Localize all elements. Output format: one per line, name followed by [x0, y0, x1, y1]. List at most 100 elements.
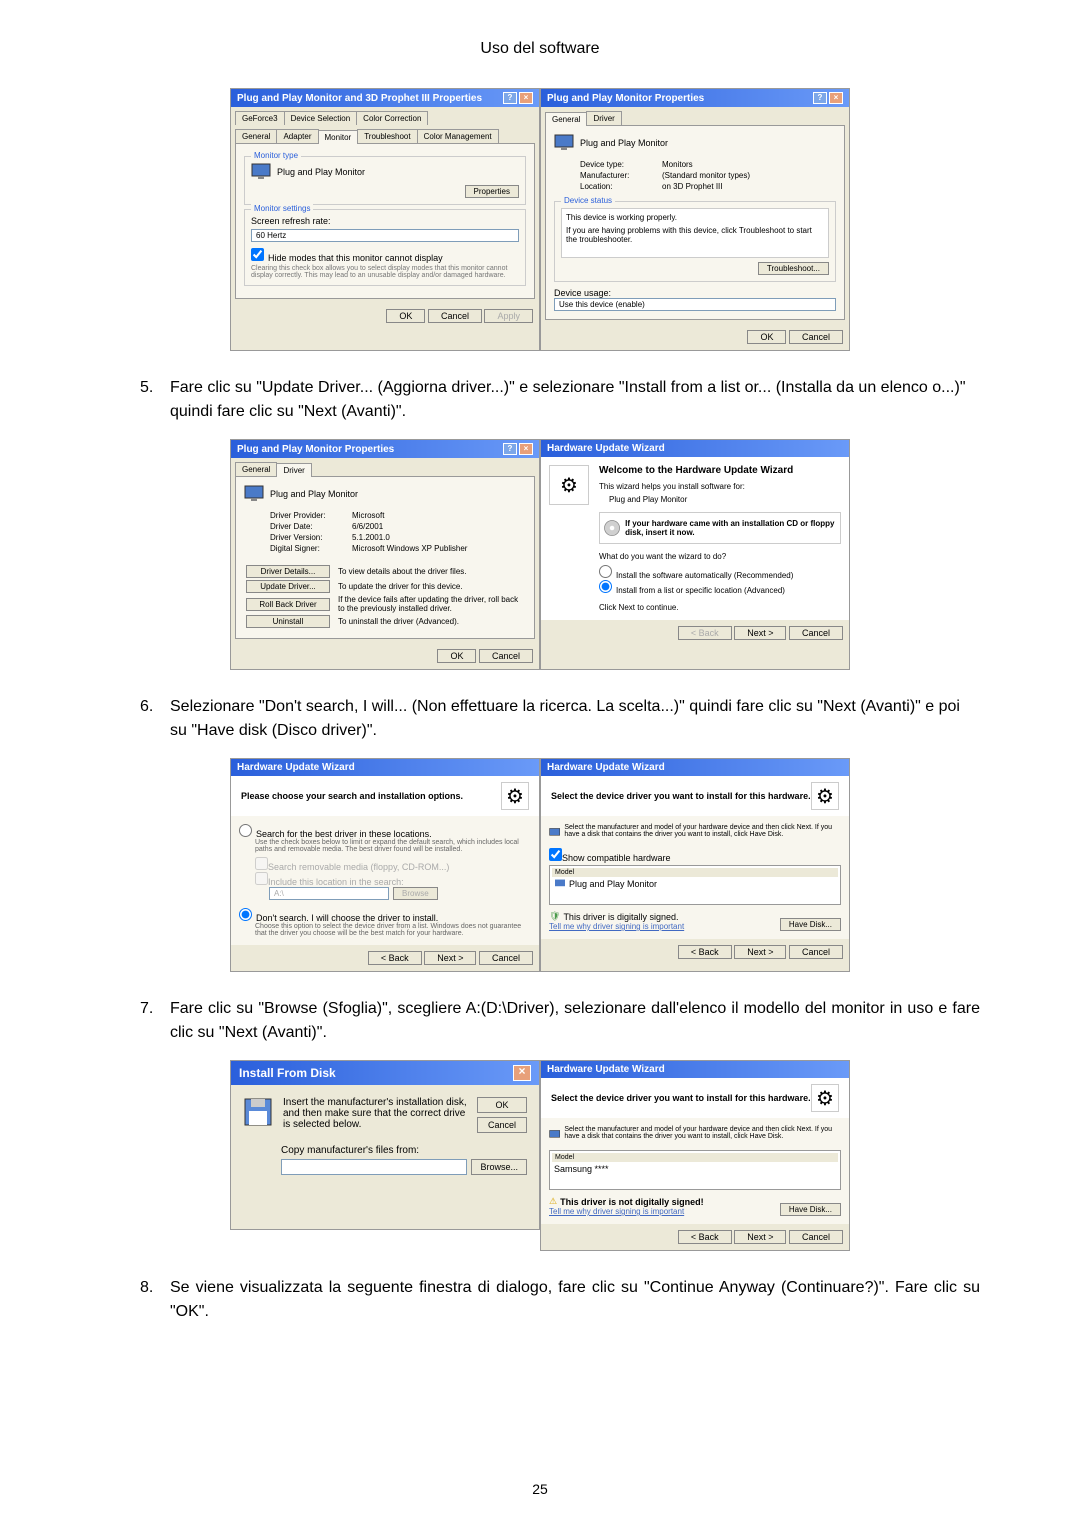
driver-details-button[interactable]: Driver Details...: [246, 565, 330, 578]
tell-why-link[interactable]: Tell me why driver signing is important: [549, 1207, 704, 1216]
cancel-button[interactable]: Cancel: [477, 1117, 527, 1133]
search-note: Use the check boxes below to limit or ex…: [255, 839, 531, 853]
tab-driver[interactable]: Driver: [276, 463, 311, 477]
rollback-button[interactable]: Roll Back Driver: [246, 598, 330, 611]
cancel-button[interactable]: Cancel: [479, 649, 533, 663]
shield-icon: 🛡: [549, 911, 560, 922]
properties-button[interactable]: Properties: [465, 185, 519, 198]
troubleshoot-button[interactable]: Troubleshoot...: [758, 262, 829, 275]
wizard-heading: Select the device driver you want to ins…: [551, 1093, 811, 1103]
group-device-status: Device status: [561, 196, 615, 205]
tab-devsel[interactable]: Device Selection: [284, 111, 358, 125]
wizard-icon: ⚙: [811, 1084, 839, 1112]
hide-modes-checkbox[interactable]: [251, 248, 264, 261]
dlg-title-text: Plug and Play Monitor Properties: [237, 444, 394, 455]
cd-note: If your hardware came with an installati…: [625, 519, 837, 537]
step-num: 5.: [140, 376, 153, 400]
path-select[interactable]: [281, 1159, 467, 1175]
model-item[interactable]: Samsung ****: [552, 1162, 838, 1176]
tab-driver[interactable]: Driver: [586, 111, 621, 125]
close-icon[interactable]: ×: [519, 443, 533, 455]
lbl-version: Driver Version:: [270, 533, 350, 542]
update-driver-button[interactable]: Update Driver...: [246, 580, 330, 593]
close-icon[interactable]: ×: [519, 92, 533, 104]
browse-button[interactable]: Browse...: [471, 1159, 527, 1175]
radio-dont-search[interactable]: [239, 908, 252, 921]
radio-auto[interactable]: [599, 565, 612, 578]
ok-button[interactable]: OK: [747, 330, 786, 344]
next-button[interactable]: Next >: [734, 1230, 786, 1244]
dlg-install-from-disk: Install From Disk × Insert the manufactu…: [230, 1060, 540, 1230]
figure-row-4: Install From Disk × Insert the manufactu…: [100, 1060, 980, 1251]
ok-button[interactable]: OK: [386, 309, 425, 323]
cancel-button[interactable]: Cancel: [789, 1230, 843, 1244]
tab-geforce[interactable]: GeForce3: [235, 111, 285, 125]
step-text: Fare clic su "Update Driver... (Aggiorna…: [170, 379, 966, 420]
monitor-icon: [549, 824, 560, 842]
warning-icon: ⚠: [549, 1196, 557, 1207]
next-button[interactable]: Next >: [424, 951, 476, 965]
cancel-button[interactable]: Cancel: [789, 626, 843, 640]
dlg-title-text: Hardware Update Wizard: [547, 443, 665, 454]
dlg-wizard-search: Hardware Update Wizard Please choose you…: [230, 758, 540, 972]
help-icon[interactable]: ?: [503, 92, 517, 104]
cancel-button[interactable]: Cancel: [789, 945, 843, 959]
dlg-title-text: Hardware Update Wizard: [237, 762, 355, 773]
close-icon[interactable]: ×: [513, 1065, 531, 1081]
step-6: 6. Selezionare "Don't search, I will... …: [100, 695, 980, 743]
back-button[interactable]: < Back: [678, 1230, 732, 1244]
back-button[interactable]: < Back: [678, 626, 732, 640]
dont-note: Choose this option to select the device …: [255, 923, 531, 937]
back-button[interactable]: < Back: [678, 945, 732, 959]
back-button[interactable]: < Back: [368, 951, 422, 965]
wizard-heading: Please choose your search and installati…: [241, 791, 463, 801]
copy-from-label: Copy manufacturer's files from:: [281, 1145, 527, 1156]
cancel-button[interactable]: Cancel: [479, 951, 533, 965]
ok-button[interactable]: OK: [477, 1097, 527, 1113]
chk-include: [255, 872, 268, 885]
wizard-welcome: Welcome to the Hardware Update Wizard: [599, 465, 841, 476]
cancel-button[interactable]: Cancel: [789, 330, 843, 344]
model-item[interactable]: Plug and Play Monitor: [569, 879, 657, 889]
step-8: 8. Se viene visualizzata la seguente fin…: [100, 1276, 980, 1324]
radio-search[interactable]: [239, 824, 252, 837]
tab-adapter[interactable]: Adapter: [276, 129, 318, 143]
refresh-select[interactable]: 60 Hertz: [251, 229, 519, 242]
next-button[interactable]: Next >: [734, 945, 786, 959]
cancel-button[interactable]: Cancel: [428, 309, 482, 323]
signed-text: This driver is digitally signed.: [563, 912, 678, 922]
tab-colorc[interactable]: Color Correction: [356, 111, 428, 125]
ok-button[interactable]: OK: [437, 649, 476, 663]
next-button[interactable]: Next >: [734, 626, 786, 640]
dlg-title-text: Hardware Update Wizard: [547, 1064, 665, 1075]
uninstall-button[interactable]: Uninstall: [246, 615, 330, 628]
apply-button[interactable]: Apply: [484, 309, 533, 323]
wiz-question: What do you want the wizard to do?: [599, 552, 841, 561]
tab-colorm[interactable]: Color Management: [417, 129, 499, 143]
tab-monitor[interactable]: Monitor: [318, 130, 359, 144]
usage-select[interactable]: Use this device (enable): [554, 298, 836, 311]
figure-row-2: Plug and Play Monitor Properties ?× Gene…: [100, 439, 980, 670]
tab-trouble[interactable]: Troubleshoot: [357, 129, 417, 143]
step-num: 8.: [140, 1276, 153, 1300]
browse-button: Browse: [393, 887, 438, 900]
tab-general[interactable]: General: [235, 129, 277, 143]
update-note: To update the driver for this device.: [338, 580, 524, 593]
val-version: 5.1.2001.0: [352, 533, 467, 542]
close-icon[interactable]: ×: [829, 92, 843, 104]
dlg-title-text: Plug and Play Monitor and 3D Prophet III…: [237, 93, 482, 104]
chk-compat[interactable]: [549, 848, 562, 861]
step-text: Se viene visualizzata la seguente finest…: [170, 1279, 980, 1320]
help-icon[interactable]: ?: [813, 92, 827, 104]
val-manu: (Standard monitor types): [662, 171, 750, 180]
tell-why-link[interactable]: Tell me why driver signing is important: [549, 922, 684, 931]
have-disk-button[interactable]: Have Disk...: [780, 1203, 841, 1216]
tab-general[interactable]: General: [545, 112, 587, 126]
radio-list[interactable]: [599, 580, 612, 593]
dlg-prophet-props: Plug and Play Monitor and 3D Prophet III…: [230, 88, 540, 351]
have-disk-button[interactable]: Have Disk...: [780, 918, 841, 931]
tab-general[interactable]: General: [235, 462, 277, 476]
details-note: To view details about the driver files.: [338, 565, 524, 578]
figure-row-1: Plug and Play Monitor and 3D Prophet III…: [100, 88, 980, 351]
help-icon[interactable]: ?: [503, 443, 517, 455]
